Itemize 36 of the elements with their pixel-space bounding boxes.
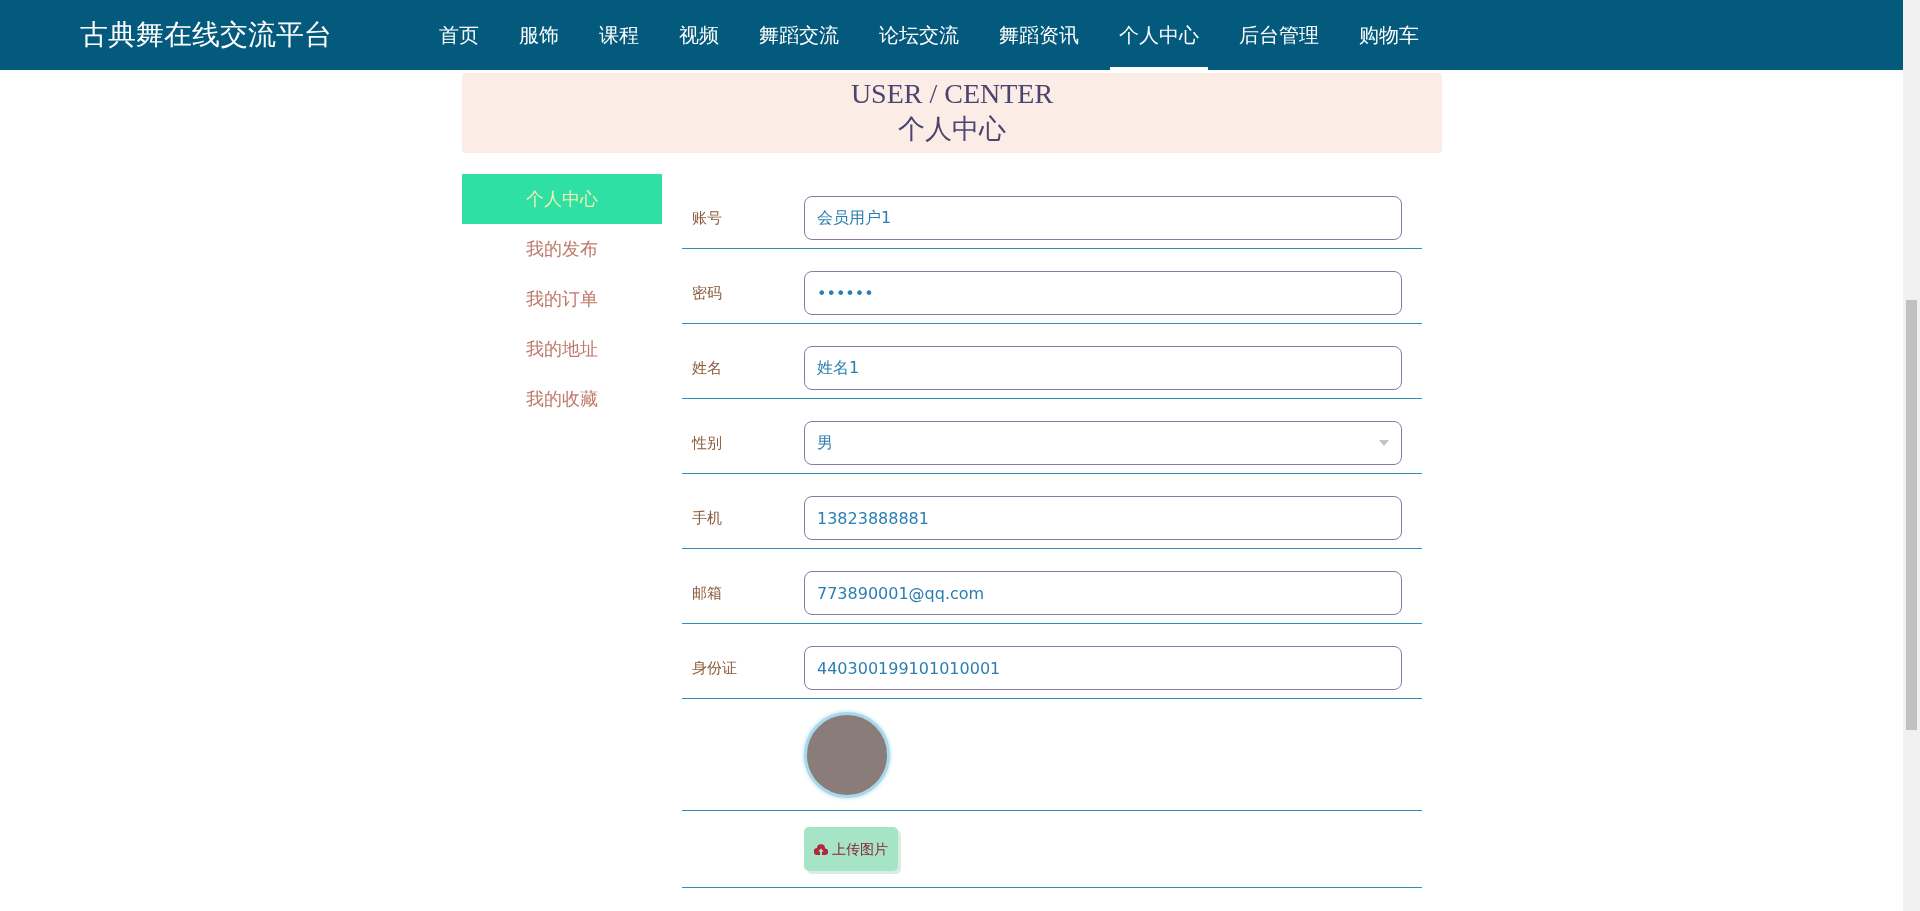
cloud-upload-icon xyxy=(814,843,828,855)
field-label: 身份证 xyxy=(691,657,738,679)
field-label: 密码 xyxy=(691,282,723,304)
nav-link[interactable]: 服饰 xyxy=(510,0,568,70)
nav-link[interactable]: 购物车 xyxy=(1350,0,1428,70)
input-field[interactable]: 13823888881 xyxy=(804,496,1402,540)
nav-link[interactable]: 视频 xyxy=(670,0,728,70)
site-title: 古典舞在线交流平台 xyxy=(80,17,333,53)
field-label: 账号 xyxy=(691,207,723,229)
sidebar-item[interactable]: 我的发布 xyxy=(462,224,662,274)
nav-link[interactable]: 舞蹈资讯 xyxy=(990,0,1088,70)
field-label: 性别 xyxy=(690,432,723,454)
scrollbar[interactable] xyxy=(1903,0,1920,911)
input-field[interactable]: 姓名1 xyxy=(804,346,1402,390)
field-label: 手机 xyxy=(691,507,723,529)
nav-link[interactable]: 论坛交流 xyxy=(870,0,968,70)
input-field[interactable]: 会员用户1 xyxy=(804,196,1402,240)
nav-link[interactable]: 后台管理 xyxy=(1230,0,1328,70)
dropdown-caret-icon xyxy=(1379,440,1389,446)
upload-button[interactable]: 上传图片 xyxy=(804,827,898,871)
banner-title: USER / CENTER xyxy=(849,77,1055,111)
scrollbar-thumb[interactable] xyxy=(1906,300,1917,730)
nav-link[interactable]: 个人中心 xyxy=(1110,0,1208,70)
sidebar-item[interactable]: 我的收藏 xyxy=(462,374,662,424)
input-field[interactable]: 440300199101010001 xyxy=(804,646,1402,690)
sidebar-item[interactable]: 我的订单 xyxy=(462,274,662,324)
banner-subtitle: 个人中心 xyxy=(897,113,1007,146)
nav-link[interactable]: 课程 xyxy=(590,0,648,70)
field-label: 姓名 xyxy=(691,357,723,379)
select-field[interactable]: 男 xyxy=(804,421,1402,465)
field-label: 邮箱 xyxy=(691,582,723,604)
nav-link[interactable]: 舞蹈交流 xyxy=(750,0,848,70)
nav-link[interactable]: 首页 xyxy=(430,0,488,70)
input-field[interactable]: 773890001@qq.com xyxy=(804,571,1402,615)
password-field[interactable]: •••••• xyxy=(804,271,1402,315)
sidebar-item[interactable]: 我的地址 xyxy=(462,324,662,374)
